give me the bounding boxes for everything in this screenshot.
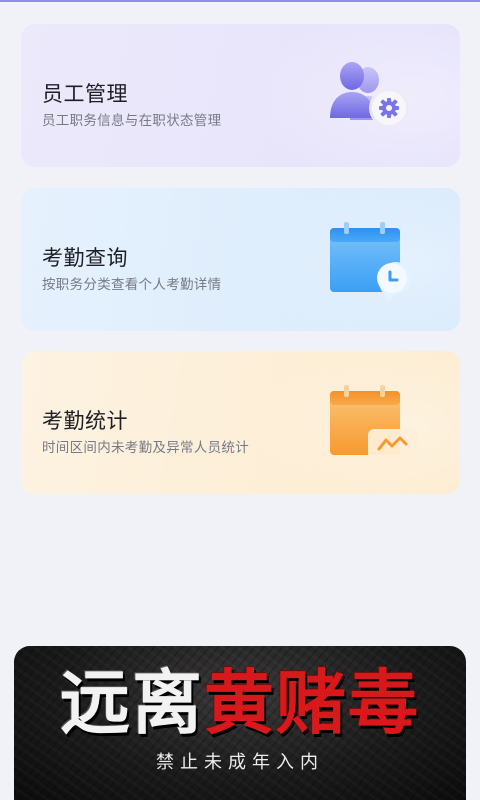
calendar-clock-icon	[330, 222, 412, 302]
headline-white-text: 远离	[60, 662, 204, 744]
card-description: 员工职务信息与在职状态管理	[42, 113, 222, 129]
staff-settings-icon	[330, 62, 409, 128]
top-accent-line	[0, 0, 480, 2]
card-description: 时间区间内未考勤及异常人员统计	[42, 440, 249, 456]
card-title: 考勤统计	[42, 409, 128, 433]
card-description: 按职务分类查看个人考勤详情	[42, 277, 222, 293]
card-title: 考勤查询	[42, 246, 128, 270]
card-title: 员工管理	[42, 82, 128, 106]
staff-management-card[interactable]: 员工管理 员工职务信息与在职状态管理	[21, 24, 460, 167]
warning-banner: 远离黄赌毒 禁止未成年入内	[14, 646, 466, 800]
calendar-chart-icon	[330, 385, 418, 463]
headline-red-text: 黄赌毒	[204, 662, 420, 744]
attendance-statistics-card[interactable]: 考勤统计 时间区间内未考勤及异常人员统计	[21, 351, 460, 494]
attendance-query-card[interactable]: 考勤查询 按职务分类查看个人考勤详情	[21, 188, 460, 331]
banner-subtitle: 禁止未成年入内	[156, 752, 324, 773]
banner-headline: 远离黄赌毒	[14, 660, 466, 746]
